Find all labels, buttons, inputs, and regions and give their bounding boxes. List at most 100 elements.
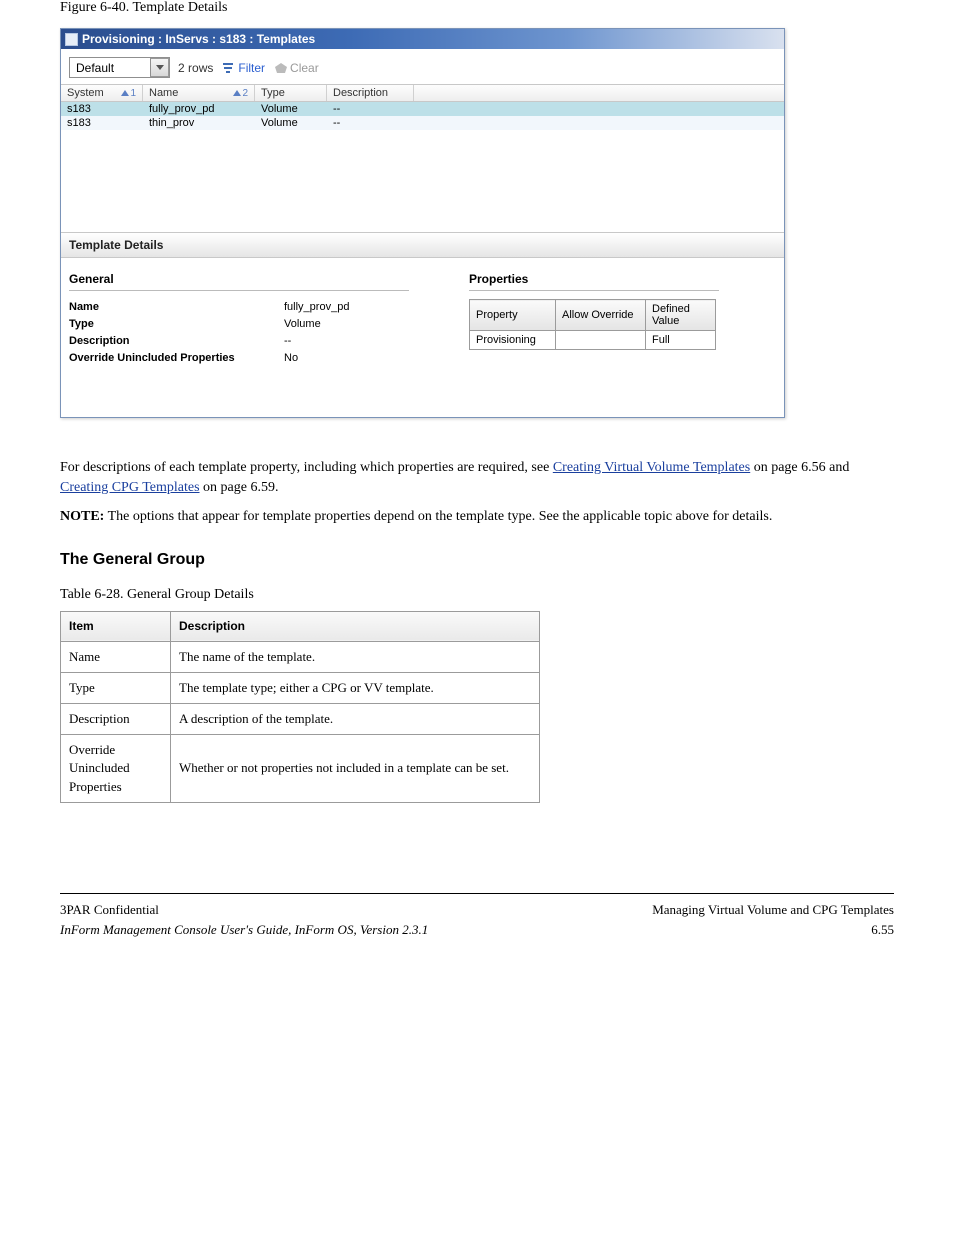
titlebar: Provisioning : InServs : s183 : Template… — [61, 29, 784, 49]
info-row: DescriptionA description of the template… — [61, 703, 540, 734]
cell-type: Volume — [255, 102, 327, 116]
table-row[interactable]: s183 thin_prov Volume -- — [61, 116, 784, 130]
info-desc: Whether or not properties not included i… — [171, 735, 540, 803]
toolbar: Default 2 rows Filter Clear — [61, 49, 784, 84]
kv-row: Description-- — [69, 333, 409, 350]
props-header-property[interactable]: Property — [470, 300, 556, 331]
cell-description: -- — [327, 116, 413, 130]
footer-page: 6.55 — [652, 922, 894, 938]
filter-icon — [221, 61, 235, 75]
titlebar-text: Provisioning : InServs : s183 : Template… — [82, 32, 315, 46]
cell-system: s183 — [61, 102, 143, 116]
properties-data-row[interactable]: Provisioning Full — [470, 331, 716, 350]
template-details-header: Template Details — [61, 232, 784, 258]
kv-key: Type — [69, 316, 284, 333]
clear-label: Clear — [290, 61, 319, 75]
kv-row: Namefully_prov_pd — [69, 299, 409, 316]
info-item: Override Unincluded Properties — [61, 735, 171, 803]
info-header-row: Item Description — [61, 611, 540, 641]
clear-icon — [273, 61, 287, 75]
sort-asc-icon — [233, 90, 241, 96]
column-header-description[interactable]: Description — [327, 85, 413, 101]
info-header-item: Item — [61, 611, 171, 641]
general-title: General — [69, 272, 409, 291]
cell-description: -- — [327, 102, 413, 116]
info-desc: The name of the template. — [171, 641, 540, 672]
text: on page 6.56 and — [754, 460, 850, 475]
properties-header-row: Property Allow Override Defined Value — [470, 300, 716, 331]
column-header-system[interactable]: System 1 — [61, 85, 143, 101]
info-desc: A description of the template. — [171, 703, 540, 734]
kv-value: -- — [284, 333, 291, 350]
header-label-name: Name — [149, 87, 178, 99]
header-label-description: Description — [333, 87, 388, 99]
table-row[interactable]: s183 fully_prov_pd Volume -- — [61, 102, 784, 116]
general-group-details-table: Item Description NameThe name of the tem… — [60, 611, 540, 803]
props-header-defined[interactable]: Defined Value — [646, 300, 716, 331]
kv-value: fully_prov_pd — [284, 299, 349, 316]
page-footer: 3PAR Confidential InForm Management Cons… — [60, 893, 894, 938]
sort-asc-icon — [121, 90, 129, 96]
grid-headers: System 1 Name 2 Type Description — [61, 84, 784, 102]
info-header-desc: Description — [171, 611, 540, 641]
column-header-name[interactable]: Name 2 — [143, 85, 255, 101]
kv-key: Name — [69, 299, 284, 316]
section-title: The General Group — [60, 549, 894, 571]
note-text: The options that appear for template pro… — [108, 509, 773, 524]
properties-title: Properties — [469, 272, 719, 291]
app-icon — [65, 33, 78, 46]
props-cell-allow — [556, 331, 646, 350]
props-cell-defined: Full — [646, 331, 716, 350]
info-item: Name — [61, 641, 171, 672]
figure-label: Figure 6-40. Template Details — [60, 0, 954, 16]
app-window: Provisioning : InServs : s183 : Template… — [60, 28, 785, 418]
sort-order-1: 1 — [130, 88, 136, 99]
general-group: General Namefully_prov_pd TypeVolume Des… — [69, 272, 409, 367]
footer-center: Managing Virtual Volume and CPG Template… — [652, 902, 894, 918]
kv-value: Volume — [284, 316, 321, 333]
column-header-type[interactable]: Type — [255, 85, 327, 101]
sort-order-2: 2 — [242, 88, 248, 99]
kv-row: Override Unincluded PropertiesNo — [69, 350, 409, 367]
header-label-type: Type — [261, 87, 285, 99]
filter-link[interactable]: Filter — [221, 61, 265, 75]
text: on page 6.59. — [203, 480, 278, 495]
table-label: Table 6-28. General Group Details — [60, 585, 894, 605]
clear-link[interactable]: Clear — [273, 61, 319, 75]
paragraph: For descriptions of each template proper… — [60, 458, 894, 497]
link-creating-vv-templates[interactable]: Creating Virtual Volume Templates — [553, 460, 750, 475]
props-cell-property: Provisioning — [470, 331, 556, 350]
kv-value: No — [284, 350, 298, 367]
kv-key: Override Unincluded Properties — [69, 350, 284, 367]
cell-name: fully_prov_pd — [143, 102, 255, 116]
view-dropdown[interactable]: Default — [69, 57, 170, 78]
footer-doc-title: InForm Management Console User's Guide, … — [60, 922, 428, 938]
kv-key: Description — [69, 333, 284, 350]
grid-body: s183 fully_prov_pd Volume -- s183 thin_p… — [61, 102, 784, 232]
header-label-system: System — [67, 87, 104, 99]
info-item: Description — [61, 703, 171, 734]
info-desc: The template type; either a CPG or VV te… — [171, 672, 540, 703]
template-details-body: General Namefully_prov_pd TypeVolume Des… — [61, 258, 784, 417]
info-row: TypeThe template type; either a CPG or V… — [61, 672, 540, 703]
info-row: Override Unincluded PropertiesWhether or… — [61, 735, 540, 803]
link-creating-cpg-templates[interactable]: Creating CPG Templates — [60, 480, 200, 495]
info-item: Type — [61, 672, 171, 703]
kv-row: TypeVolume — [69, 316, 409, 333]
note-label: NOTE: — [60, 509, 104, 524]
properties-table: Property Allow Override Defined Value Pr… — [469, 299, 716, 350]
dropdown-value: Default — [70, 59, 150, 77]
cell-type: Volume — [255, 116, 327, 130]
text: For descriptions of each template proper… — [60, 460, 553, 475]
chevron-down-icon[interactable] — [150, 58, 169, 77]
filter-label: Filter — [238, 61, 265, 75]
info-row: NameThe name of the template. — [61, 641, 540, 672]
footer-left: 3PAR Confidential — [60, 902, 428, 918]
note: NOTE: The options that appear for templa… — [60, 507, 894, 527]
rows-count-label: 2 rows — [178, 61, 213, 75]
cell-system: s183 — [61, 116, 143, 130]
grid-header-remainder — [413, 85, 784, 101]
cell-name: thin_prov — [143, 116, 255, 130]
props-header-allow[interactable]: Allow Override — [556, 300, 646, 331]
properties-group: Properties Property Allow Override Defin… — [469, 272, 719, 367]
